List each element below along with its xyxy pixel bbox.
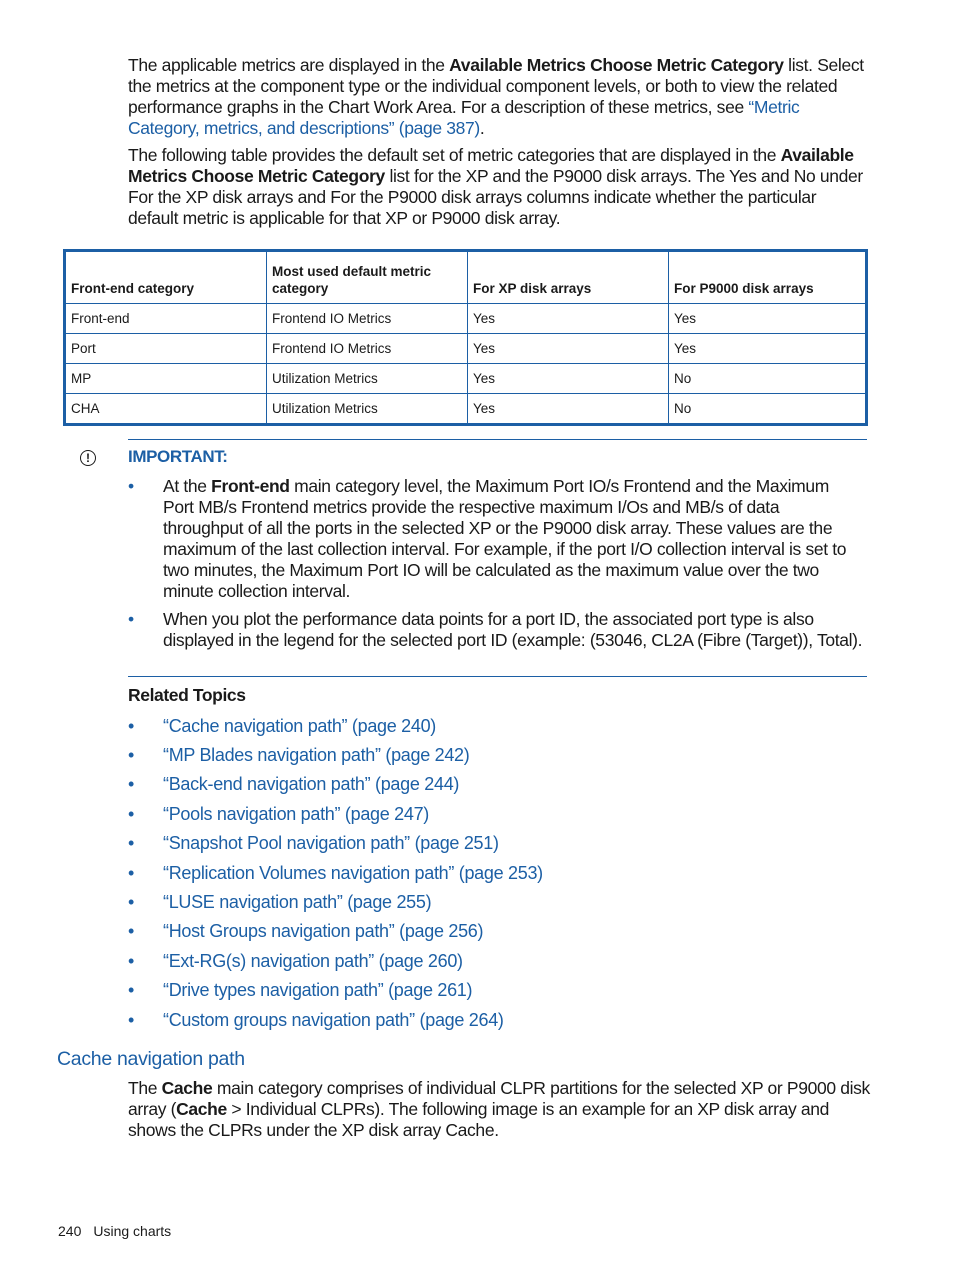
table-cell: Port (63, 333, 267, 364)
text: . (479, 118, 485, 138)
bullet-icon: • (128, 951, 135, 971)
bullet-icon: • (128, 921, 135, 941)
section-heading: Cache navigation path (57, 1048, 245, 1070)
bullet-icon: • (128, 804, 135, 824)
text: > Individual CLPRs). The following image… (128, 1099, 830, 1140)
ui-term: Front-end (211, 476, 290, 496)
ui-term: Cache (176, 1099, 227, 1119)
bullet-icon: • (128, 476, 135, 496)
related-topic-link[interactable]: “Snapshot Pool navigation path” (page 25… (163, 833, 499, 854)
table-cell: Utilization Metrics (266, 393, 468, 425)
column-header: Front-end category (63, 250, 267, 304)
table-cell: Frontend IO Metrics (266, 303, 468, 334)
related-topics-title: Related Topics (128, 685, 246, 705)
important-bottom-divider (128, 676, 867, 677)
bullet-icon: • (128, 716, 135, 736)
related-topic-link[interactable]: “Back-end navigation path” (page 244) (163, 774, 459, 795)
column-header: Most used default metric category (266, 250, 468, 304)
intro-paragraph-2: The following table provides the default… (128, 145, 870, 229)
related-topic-link[interactable]: “Pools navigation path” (page 247) (163, 804, 429, 825)
related-topic-link[interactable]: “Cache navigation path” (page 240) (163, 716, 436, 737)
related-topic-link[interactable]: “LUSE navigation path” (page 255) (163, 892, 432, 913)
table-row: CHA Utilization Metrics Yes No (63, 393, 868, 425)
bullet-icon: • (128, 833, 135, 853)
ui-term: Available Metrics Choose Metric Category (449, 55, 784, 75)
column-header: For XP disk arrays (467, 250, 669, 304)
bullet-icon: • (128, 1010, 135, 1030)
text: The applicable metrics are displayed in … (128, 55, 450, 75)
table-cell: Yes (467, 363, 669, 394)
bullet-icon: • (128, 863, 135, 883)
related-topic-link[interactable]: “Replication Volumes navigation path” (p… (163, 863, 543, 884)
bullet-icon: • (128, 980, 135, 1000)
table-row: MP Utilization Metrics Yes No (63, 363, 868, 394)
column-header: For P9000 disk arrays (668, 250, 868, 304)
bullet-icon: • (128, 774, 135, 794)
ui-term: Cache (161, 1078, 213, 1098)
important-bullet-2: When you plot the performance data point… (163, 609, 863, 650)
table-cell: Yes (668, 333, 868, 364)
text: The following table provides the default… (128, 145, 781, 165)
table-cell: Utilization Metrics (266, 363, 468, 394)
table-cell: Frontend IO Metrics (266, 333, 468, 364)
table-cell: No (668, 393, 868, 425)
table-cell: Yes (467, 303, 669, 334)
table-cell: CHA (63, 393, 267, 425)
important-bullet-1: At the Front-end main category level, th… (163, 476, 863, 602)
bullet-icon: • (128, 892, 135, 912)
page-footer: 240 Using charts (58, 1223, 183, 1239)
text: At the (163, 476, 212, 496)
table-cell: Front-end (63, 303, 267, 334)
related-topic-link[interactable]: “Host Groups navigation path” (page 256) (163, 921, 484, 942)
related-topic-link[interactable]: “Ext-RG(s) navigation path” (page 260) (163, 951, 463, 972)
bullet-icon: • (128, 609, 135, 629)
table-cell: Yes (467, 333, 669, 364)
intro-paragraph-1: The applicable metrics are displayed in … (128, 55, 870, 139)
table-cell: Yes (467, 393, 669, 425)
chapter-title: Using charts (93, 1223, 172, 1239)
table-row: Front-end Frontend IO Metrics Yes Yes (63, 303, 868, 334)
important-label: IMPORTANT: (128, 447, 228, 466)
table-cell: MP (63, 363, 267, 394)
section-paragraph: The Cache main category comprises of ind… (128, 1078, 870, 1141)
important-icon: ! (80, 450, 96, 466)
table-header-row: Front-end category Most used default met… (63, 250, 868, 304)
related-topic-link[interactable]: “Custom groups navigation path” (page 26… (163, 1010, 504, 1031)
table-row: Port Frontend IO Metrics Yes Yes (63, 333, 868, 364)
text: The (128, 1078, 162, 1098)
page-number: 240 (58, 1223, 82, 1239)
table-cell: No (668, 363, 868, 394)
important-top-divider (128, 439, 867, 440)
metric-category-table: Front-end category Most used default met… (63, 249, 868, 426)
related-topic-link[interactable]: “MP Blades navigation path” (page 242) (163, 745, 470, 766)
bullet-icon: • (128, 745, 135, 765)
table-cell: Yes (668, 303, 868, 334)
related-topic-link[interactable]: “Drive types navigation path” (page 261) (163, 980, 472, 1001)
